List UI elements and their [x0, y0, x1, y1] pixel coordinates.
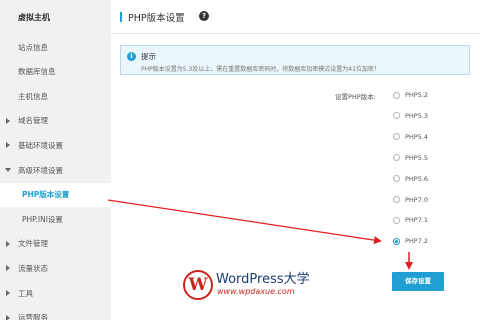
caret-right-icon [6, 314, 10, 320]
sidebar-item[interactable]: 数据库信息 [0, 60, 111, 84]
sidebar-item[interactable]: 域名管理 [0, 109, 111, 133]
radio-label: PHP7.0 [405, 195, 429, 204]
radio-button[interactable] [393, 175, 400, 183]
sidebar-item[interactable]: 基础环境设置 [0, 133, 111, 157]
save-button[interactable]: 保存设置 [392, 272, 444, 291]
caret-right-icon [6, 142, 10, 149]
radio-label: PHP7.1 [405, 216, 429, 225]
help-icon[interactable]: ? [199, 11, 209, 21]
sidebar-item[interactable]: PHP版本设置 [0, 182, 111, 207]
sidebar-item-label: 数据库信息 [18, 67, 56, 77]
notice-text: PHP版本设置为5.3及以上，需在重置数据库密码时，将数据库加密模式设置为41位… [141, 66, 380, 73]
sidebar-item[interactable]: 工具 [0, 281, 111, 305]
sidebar-item-label: 工具 [18, 288, 33, 298]
sidebar-item-label: 域名管理 [18, 116, 48, 126]
sidebar-item-label: 主机信息 [18, 91, 48, 101]
sidebar-item[interactable]: 站点信息 [0, 35, 111, 59]
sidebar-item-label: 流量状态 [18, 263, 48, 273]
php-version-option[interactable]: PHP5.6 [393, 173, 428, 185]
php-version-label: 设置PHP版本: [335, 93, 376, 101]
sidebar-item-label: PHP版本设置 [22, 190, 70, 200]
radio-label: PHP5.2 [405, 91, 429, 99]
caret-right-icon [6, 290, 10, 296]
caret-right-icon [6, 117, 10, 124]
wordpress-logo-icon: W [183, 270, 213, 300]
radio-button[interactable] [393, 133, 400, 141]
caret-down-icon [5, 168, 11, 172]
php-version-option[interactable]: PHP5.2 [393, 89, 428, 101]
page-title: PHP版本设置 [128, 13, 185, 24]
info-icon: i [127, 52, 136, 61]
sidebar-item[interactable]: PHP.INI设置 [0, 207, 111, 231]
php-version-option[interactable]: PHP7.2 [393, 235, 428, 247]
radio-button[interactable] [393, 196, 400, 203]
notice-title: 提示 [141, 52, 156, 61]
php-version-option[interactable]: PHP7.1 [393, 214, 428, 226]
radio-label: PHP5.5 [405, 153, 429, 162]
radio-button[interactable] [393, 91, 400, 99]
php-version-option[interactable]: PHP5.5 [393, 152, 428, 164]
sidebar-item[interactable]: 主机信息 [0, 84, 111, 108]
annotation-arrow-to-radio [107, 199, 382, 245]
radio-button[interactable] [393, 154, 400, 162]
page-header: PHP版本设置 ? [111, 0, 480, 34]
radio-label: PHP7.2 [405, 237, 429, 246]
radio-label: PHP5.4 [405, 132, 429, 141]
watermark-title: WordPress大学 [216, 272, 310, 287]
sidebar-item[interactable]: 流量状态 [0, 256, 111, 280]
sidebar-item[interactable]: 高级环境设置 [0, 158, 111, 182]
sidebar-item-label: 文件管理 [18, 239, 48, 249]
php-version-option[interactable]: PHP5.3 [393, 110, 428, 122]
caret-right-icon [6, 265, 10, 272]
sidebar: 虚拟主机 站点信息数据库信息主机信息域名管理基础环境设置 高级环境设置 PHP版本设… [0, 0, 111, 320]
radio-button[interactable] [393, 112, 400, 120]
sidebar-item[interactable]: 文件管理 [0, 232, 111, 256]
header-accent-bar [120, 12, 122, 22]
sidebar-item-label: 高级环境设置 [18, 165, 63, 175]
php-version-option[interactable]: PHP7.0 [393, 194, 428, 206]
caret-right-icon [6, 240, 10, 247]
php-version-option[interactable]: PHP5.4 [393, 131, 428, 143]
watermark-url: www.wpdaxue.com [217, 287, 295, 296]
sidebar-item-label: 基础环境设置 [18, 140, 63, 150]
sidebar-item-label: PHP.INI设置 [22, 214, 63, 224]
radio-button[interactable] [393, 216, 400, 224]
sidebar-item[interactable]: 运营服务 [0, 306, 111, 320]
radio-label: PHP5.3 [405, 111, 429, 120]
sidebar-title: 虚拟主机 [18, 13, 50, 22]
sidebar-item-label: 运营服务 [18, 313, 48, 320]
radio-label: PHP5.6 [405, 174, 429, 183]
notice-box: i 提示 PHP版本设置为5.3及以上，需在重置数据库密码时，将数据库加密模式设… [120, 45, 470, 75]
sidebar-item-label: 站点信息 [18, 42, 48, 52]
radio-button[interactable] [393, 237, 400, 245]
